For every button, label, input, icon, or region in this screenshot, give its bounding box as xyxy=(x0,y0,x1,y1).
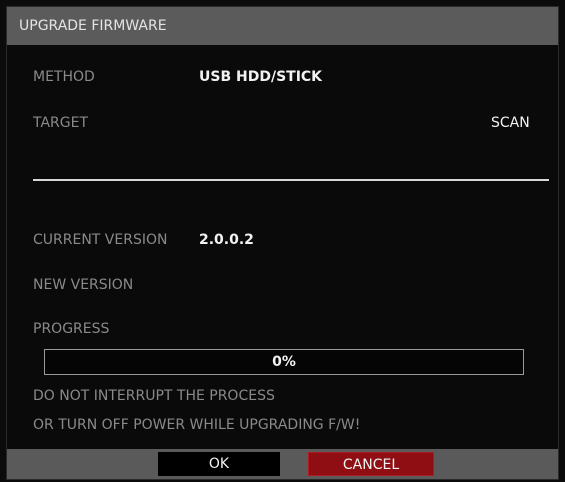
scan-button[interactable]: SCAN xyxy=(491,115,530,131)
method-label: METHOD xyxy=(33,69,95,85)
new-version-label: NEW VERSION xyxy=(33,277,134,293)
current-version-label: CURRENT VERSION xyxy=(33,232,168,248)
warning-line-2: OR TURN OFF POWER WHILE UPGRADING F/W! xyxy=(33,417,361,433)
progress-bar: 0% xyxy=(44,349,524,375)
current-version-value: 2.0.0.2 xyxy=(199,232,254,248)
progress-label: PROGRESS xyxy=(33,321,110,337)
upgrade-firmware-dialog: UPGRADE FIRMWARE METHOD USB HDD/STICK TA… xyxy=(6,6,559,480)
dialog-title: UPGRADE FIRMWARE xyxy=(7,7,558,45)
progress-percent: 0% xyxy=(272,354,296,370)
dialog-footer: OK CANCEL xyxy=(7,449,558,479)
warning-line-1: DO NOT INTERRUPT THE PROCESS xyxy=(33,388,275,404)
cancel-button[interactable]: CANCEL xyxy=(308,452,434,476)
target-label: TARGET xyxy=(33,115,89,131)
ok-button[interactable]: OK xyxy=(158,452,280,476)
method-value[interactable]: USB HDD/STICK xyxy=(199,69,322,85)
separator-line xyxy=(33,179,549,181)
